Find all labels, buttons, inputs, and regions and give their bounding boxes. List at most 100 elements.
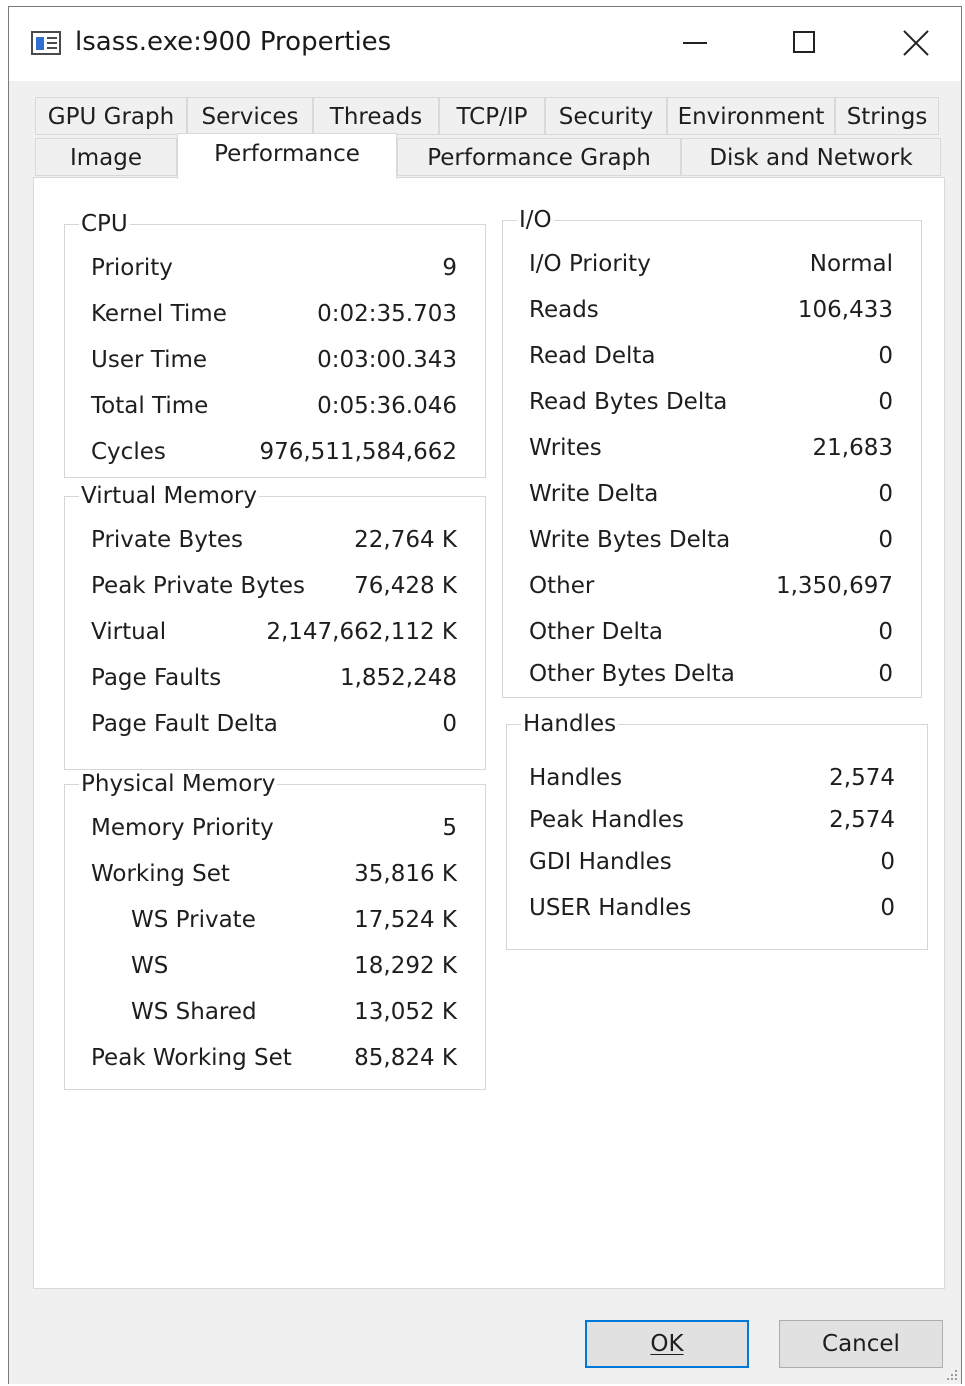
tab-performance-graph[interactable]: Performance Graph bbox=[397, 138, 681, 176]
row-label: Memory Priority bbox=[91, 815, 274, 841]
row-value: 1,852,248 bbox=[339, 665, 457, 691]
row-value: 0 bbox=[878, 527, 893, 553]
vm-row-virtual: Virtual 2,147,662,112 K bbox=[65, 617, 485, 647]
physical-memory-group-title: Physical Memory bbox=[79, 770, 278, 798]
row-label: User Time bbox=[91, 347, 208, 373]
pm-row-peak-working-set: Peak Working Set 85,824 K bbox=[65, 1043, 485, 1073]
io-row-read-bytes-delta: Read Bytes Delta 0 bbox=[503, 387, 921, 417]
properties-window: lsass.exe:900 Properties GPU Graph Servi… bbox=[8, 6, 962, 1384]
row-value: 35,816 K bbox=[354, 861, 457, 887]
ok-button-label: OK bbox=[650, 1331, 684, 1357]
resize-grip-icon[interactable] bbox=[943, 1366, 957, 1380]
tab-tcpip[interactable]: TCP/IP bbox=[439, 97, 545, 135]
row-value: 1,350,697 bbox=[775, 573, 893, 599]
cpu-row-kernel-time: Kernel Time 0:02:35.703 bbox=[65, 299, 485, 329]
physical-memory-group: Physical Memory Memory Priority 5 Workin… bbox=[64, 770, 486, 1090]
tab-security[interactable]: Security bbox=[545, 97, 667, 135]
row-value: 2,147,662,112 K bbox=[266, 619, 457, 645]
io-row-writes: Writes 21,683 bbox=[503, 433, 921, 463]
row-label: Write Bytes Delta bbox=[529, 527, 731, 553]
tab-image[interactable]: Image bbox=[35, 138, 177, 176]
performance-panel: CPU Priority 9 Kernel Time 0:02:35.703 U… bbox=[33, 177, 945, 1289]
tab-services[interactable]: Services bbox=[187, 97, 313, 135]
close-button[interactable] bbox=[867, 7, 965, 77]
row-label: Other Delta bbox=[529, 619, 663, 645]
row-value: 22,764 K bbox=[354, 527, 457, 553]
row-value: 2,574 bbox=[829, 807, 895, 833]
row-value: 0 bbox=[878, 661, 893, 687]
io-row-reads: Reads 106,433 bbox=[503, 295, 921, 325]
row-value: 17,524 K bbox=[354, 907, 457, 933]
row-value: 0:02:35.703 bbox=[317, 301, 457, 327]
io-row-write-delta: Write Delta 0 bbox=[503, 479, 921, 509]
row-label: Read Delta bbox=[529, 343, 656, 369]
cpu-row-user-time: User Time 0:03:00.343 bbox=[65, 345, 485, 375]
row-value: 85,824 K bbox=[354, 1045, 457, 1071]
row-label: I/O Priority bbox=[529, 251, 651, 277]
app-icon bbox=[31, 31, 61, 55]
row-label: Peak Handles bbox=[529, 807, 685, 833]
row-value: 0 bbox=[878, 481, 893, 507]
row-value: Normal bbox=[809, 251, 893, 277]
row-value: 0 bbox=[878, 619, 893, 645]
row-label: Total Time bbox=[91, 393, 209, 419]
pm-row-ws-private: WS Private 17,524 K bbox=[65, 905, 485, 935]
tab-performance[interactable]: Performance bbox=[177, 133, 397, 179]
io-row-other-delta: Other Delta 0 bbox=[503, 617, 921, 647]
handles-row-peak-handles: Peak Handles 2,574 bbox=[507, 805, 927, 835]
row-label: Write Delta bbox=[529, 481, 659, 507]
vm-row-private-bytes: Private Bytes 22,764 K bbox=[65, 525, 485, 555]
ok-button[interactable]: OK bbox=[585, 1320, 749, 1368]
io-row-other-bytes-delta: Other Bytes Delta 0 bbox=[503, 659, 921, 689]
row-label: WS Private bbox=[131, 907, 256, 933]
title-bar[interactable]: lsass.exe:900 Properties bbox=[9, 7, 961, 81]
row-label: Other bbox=[529, 573, 595, 599]
row-label: Reads bbox=[529, 297, 599, 323]
row-label: Peak Private Bytes bbox=[91, 573, 305, 599]
pm-row-working-set: Working Set 35,816 K bbox=[65, 859, 485, 889]
io-row-io-priority: I/O Priority Normal bbox=[503, 249, 921, 279]
row-value: 0:05:36.046 bbox=[317, 393, 457, 419]
row-label: Working Set bbox=[91, 861, 230, 887]
row-label: Read Bytes Delta bbox=[529, 389, 728, 415]
handles-row-handles: Handles 2,574 bbox=[507, 763, 927, 793]
maximize-button[interactable] bbox=[753, 7, 853, 77]
row-label: Peak Working Set bbox=[91, 1045, 292, 1071]
row-value: 0 bbox=[878, 343, 893, 369]
tab-environment[interactable]: Environment bbox=[667, 97, 835, 135]
row-value: 21,683 bbox=[812, 435, 893, 461]
io-row-write-bytes-delta: Write Bytes Delta 0 bbox=[503, 525, 921, 555]
row-label: Handles bbox=[529, 765, 623, 791]
pm-row-ws-shared: WS Shared 13,052 K bbox=[65, 997, 485, 1027]
row-value: 13,052 K bbox=[354, 999, 457, 1025]
vm-row-peak-private-bytes: Peak Private Bytes 76,428 K bbox=[65, 571, 485, 601]
cpu-row-cycles: Cycles 976,511,584,662 bbox=[65, 437, 485, 467]
handles-row-user-handles: USER Handles 0 bbox=[507, 893, 927, 923]
cancel-button[interactable]: Cancel bbox=[779, 1320, 943, 1368]
cpu-row-priority: Priority 9 bbox=[65, 253, 485, 283]
row-label: Private Bytes bbox=[91, 527, 244, 553]
minimize-button[interactable] bbox=[643, 7, 743, 77]
row-value: 5 bbox=[442, 815, 457, 841]
row-label: Writes bbox=[529, 435, 602, 461]
row-value: 18,292 K bbox=[354, 953, 457, 979]
row-value: 976,511,584,662 bbox=[259, 439, 457, 465]
row-value: 0 bbox=[880, 849, 895, 875]
cpu-group: CPU Priority 9 Kernel Time 0:02:35.703 U… bbox=[64, 210, 486, 478]
io-group-title: I/O bbox=[517, 206, 554, 234]
row-label: Cycles bbox=[91, 439, 166, 465]
handles-group: Handles Handles 2,574 Peak Handles 2,574… bbox=[506, 710, 928, 950]
vm-row-page-faults: Page Faults 1,852,248 bbox=[65, 663, 485, 693]
row-label: Page Fault Delta bbox=[91, 711, 278, 737]
row-value: 0:03:00.343 bbox=[317, 347, 457, 373]
row-value: 0 bbox=[880, 895, 895, 921]
tab-strings[interactable]: Strings bbox=[835, 97, 939, 135]
minimize-icon bbox=[683, 42, 707, 44]
tab-threads[interactable]: Threads bbox=[313, 97, 439, 135]
tab-disk-and-network[interactable]: Disk and Network bbox=[681, 138, 941, 176]
row-label: GDI Handles bbox=[529, 849, 672, 875]
maximize-icon bbox=[793, 31, 815, 53]
tab-gpu-graph[interactable]: GPU Graph bbox=[35, 97, 187, 135]
row-label: Priority bbox=[91, 255, 173, 281]
cancel-button-label: Cancel bbox=[822, 1331, 900, 1357]
